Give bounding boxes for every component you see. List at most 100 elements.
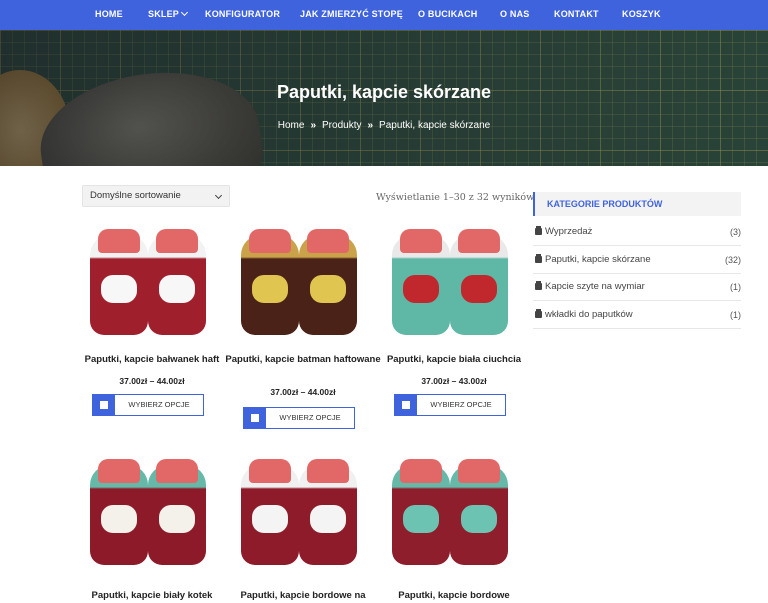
shoe-shape bbox=[241, 229, 299, 335]
shoe-shape bbox=[90, 229, 148, 335]
shoe-tongue bbox=[98, 459, 140, 483]
cart-icon bbox=[395, 395, 417, 415]
shoe-tongue bbox=[249, 229, 291, 253]
shoe-tongue bbox=[307, 229, 349, 253]
shoe-tongue bbox=[307, 459, 349, 483]
folder-icon bbox=[535, 226, 542, 235]
product-image[interactable] bbox=[82, 225, 222, 343]
shoe-shape bbox=[392, 459, 450, 565]
shoe-tongue bbox=[156, 459, 198, 483]
select-options-button[interactable]: WYBIERZ OPCJE bbox=[92, 394, 204, 416]
shoe-tongue bbox=[400, 229, 442, 253]
shoe-tongue bbox=[458, 459, 500, 483]
shoe-applique bbox=[159, 505, 195, 533]
shoe-tongue bbox=[98, 229, 140, 253]
result-count: Wyświetlanie 1–30 z 32 wyników bbox=[376, 192, 535, 203]
product-price: 37.00zł – 43.00zł bbox=[421, 376, 487, 386]
nav-kontakt[interactable]: KONTAKT bbox=[554, 0, 599, 30]
product-name[interactable]: Paputki, kapcie bordowe bbox=[374, 589, 534, 603]
shoe-shape bbox=[241, 459, 299, 565]
cart-icon bbox=[93, 395, 115, 415]
shoe-tongue bbox=[249, 459, 291, 483]
product-image[interactable] bbox=[82, 455, 222, 573]
cart-icon-glyph bbox=[402, 401, 410, 409]
category-count: (3) bbox=[730, 227, 741, 237]
shoe-shape bbox=[148, 459, 206, 565]
cart-icon bbox=[244, 408, 266, 428]
nav-sklep[interactable]: SKLEP bbox=[148, 0, 189, 30]
shoe-tongue bbox=[458, 229, 500, 253]
category-count: (32) bbox=[724, 254, 741, 265]
nav-o-bucikach[interactable]: O BUCIKACH bbox=[418, 0, 478, 30]
shoe-shape bbox=[90, 459, 148, 565]
shoe-shape bbox=[299, 459, 357, 565]
product-image[interactable] bbox=[233, 455, 373, 573]
shoe-applique bbox=[403, 275, 439, 303]
category-item[interactable]: Kapcie szyte na wymiar (1) bbox=[533, 274, 741, 301]
product-image[interactable] bbox=[233, 225, 373, 343]
nav-jak-zmierzyc-stope[interactable]: JAK ZMIERZYĆ STOPĘ bbox=[300, 0, 403, 30]
product-name[interactable]: Paputki, kapcie bordowe na bbox=[223, 589, 383, 603]
nav-sklep-label: SKLEP bbox=[148, 9, 180, 19]
shoe-applique bbox=[101, 505, 137, 533]
product-name[interactable]: Paputki, kapcie biały kotek bbox=[72, 589, 232, 603]
nav-o-nas[interactable]: O NAS bbox=[500, 0, 530, 30]
folder-icon bbox=[535, 253, 542, 263]
category-label[interactable]: Kapcie szyte na wymiar bbox=[545, 274, 645, 300]
shoe-shape bbox=[148, 229, 206, 335]
nav-koszyk[interactable]: KOSZYK bbox=[622, 0, 661, 30]
shoe-tongue bbox=[156, 229, 198, 253]
page-title: Paputki, kapcie skórzane bbox=[276, 82, 492, 102]
category-item[interactable]: wkładki do paputków (1) bbox=[533, 302, 741, 329]
sort-select-value: Domyślne sortowanie bbox=[90, 190, 181, 201]
shoe-shape bbox=[392, 229, 450, 335]
breadcrumb-separator: » bbox=[310, 120, 317, 131]
select-options-label: WYBIERZ OPCJE bbox=[279, 413, 341, 422]
product-name[interactable]: Paputki, kapcie bałwanek haft bbox=[72, 353, 232, 367]
shoe-applique bbox=[461, 505, 497, 533]
shoe-applique bbox=[159, 275, 195, 303]
select-options-label: WYBIERZ OPCJE bbox=[128, 400, 190, 409]
shoe-tongue bbox=[400, 459, 442, 483]
category-label[interactable]: Paputki, kapcie skórzane bbox=[545, 247, 651, 273]
shoe-applique bbox=[310, 505, 346, 533]
select-options-label: WYBIERZ OPCJE bbox=[430, 400, 492, 409]
shoe-shape bbox=[450, 459, 508, 565]
chevron-down-icon bbox=[180, 8, 189, 17]
product-price: 37.00zł – 44.00zł bbox=[270, 387, 336, 397]
breadcrumb-separator: » bbox=[367, 120, 374, 131]
product-price: 37.00zł – 44.00zł bbox=[119, 376, 185, 386]
category-label[interactable]: wkładki do paputków bbox=[545, 302, 633, 328]
product-name[interactable]: Paputki, kapcie biała ciuchcia bbox=[374, 353, 534, 367]
select-options-button[interactable]: WYBIERZ OPCJE bbox=[394, 394, 506, 416]
category-label[interactable]: Wyprzedaż bbox=[545, 219, 592, 245]
category-count: (1) bbox=[730, 309, 741, 320]
breadcrumb-produkty[interactable]: Produkty bbox=[322, 120, 361, 131]
product-image[interactable] bbox=[384, 225, 524, 343]
main-navigation: HOME SKLEP KONFIGURATOR JAK ZMIERZYĆ STO… bbox=[0, 0, 768, 30]
cart-icon-glyph bbox=[251, 414, 259, 422]
folder-icon bbox=[535, 308, 542, 318]
shoe-applique bbox=[101, 275, 137, 303]
nav-home[interactable]: HOME bbox=[95, 0, 123, 30]
shoe-applique bbox=[310, 275, 346, 303]
product-name[interactable]: Paputki, kapcie batman haftowane bbox=[223, 353, 383, 367]
sidebar-heading: KATEGORIE PRODUKTÓW bbox=[533, 192, 741, 216]
breadcrumb-current: Paputki, kapcie skórzane bbox=[379, 120, 491, 131]
shoe-applique bbox=[461, 275, 497, 303]
breadcrumb: Home » Produkty » Paputki, kapcie skórzane bbox=[0, 120, 768, 131]
nav-konfigurator[interactable]: KONFIGURATOR bbox=[205, 0, 280, 30]
shoe-shape bbox=[450, 229, 508, 335]
category-item[interactable]: Paputki, kapcie skórzane (32) bbox=[533, 247, 741, 274]
chevron-down-icon bbox=[214, 191, 223, 200]
sort-select[interactable]: Domyślne sortowanie bbox=[82, 185, 230, 207]
folder-icon bbox=[535, 281, 542, 290]
category-item[interactable]: Wyprzedaż (3) bbox=[533, 219, 741, 246]
category-count: (1) bbox=[730, 282, 741, 292]
shoe-shape bbox=[299, 229, 357, 335]
breadcrumb-home[interactable]: Home bbox=[278, 120, 305, 131]
product-image[interactable] bbox=[384, 455, 524, 573]
cart-icon-glyph bbox=[100, 401, 108, 409]
shoe-applique bbox=[252, 275, 288, 303]
select-options-button[interactable]: WYBIERZ OPCJE bbox=[243, 407, 355, 429]
